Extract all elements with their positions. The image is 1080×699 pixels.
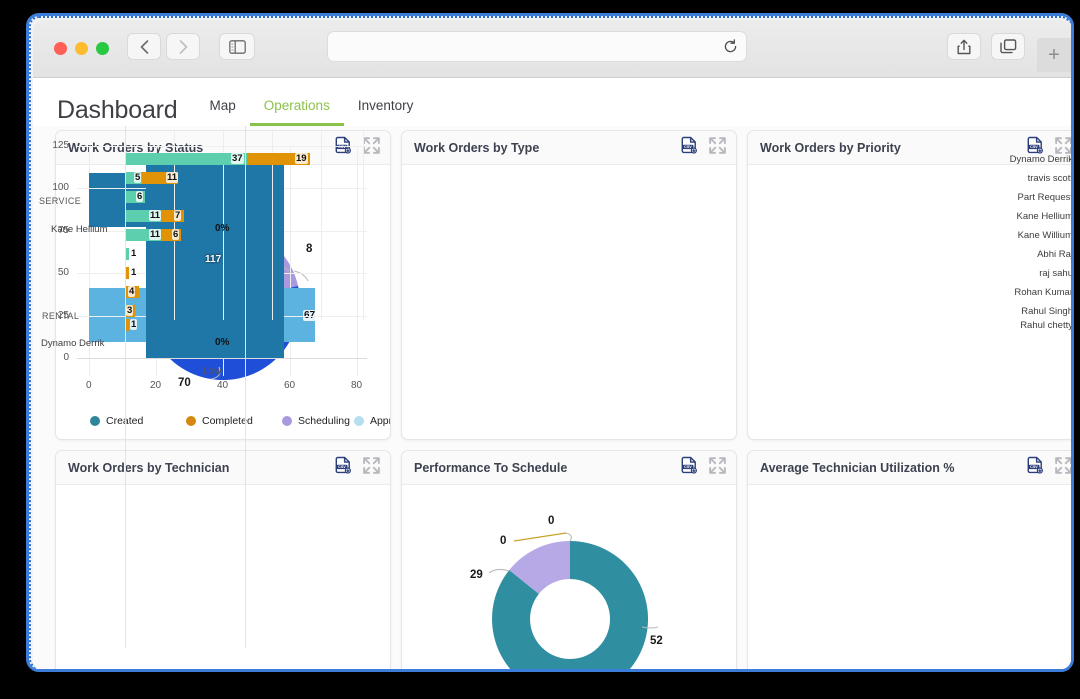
navigation-buttons[interactable]	[127, 33, 200, 60]
browser-window: + Dashboard Map Operations Inventory	[33, 20, 1073, 671]
address-bar[interactable]	[327, 31, 747, 62]
screenshot-root: + Dashboard Map Operations Inventory	[0, 0, 1080, 699]
toolbar-right-buttons[interactable]	[947, 33, 1025, 60]
dashboard-tabs[interactable]: Map Operations Inventory	[196, 92, 428, 126]
tab-inventory[interactable]: Inventory	[344, 92, 428, 126]
sidebar-toggle-button[interactable]	[219, 33, 255, 60]
reload-icon[interactable]	[723, 39, 738, 59]
dashboard-page: Dashboard Map Operations Inventory Work …	[33, 78, 1073, 671]
browser-window-frame: + Dashboard Map Operations Inventory	[26, 13, 1074, 672]
browser-toolbar: +	[33, 20, 1073, 78]
dashboard-grid: Work Orders by Status CSV	[33, 126, 1073, 671]
tab-map[interactable]: Map	[196, 92, 250, 126]
tab-operations[interactable]: Operations	[250, 92, 344, 126]
minimize-window-button[interactable]	[75, 42, 88, 55]
utilization-table: Kane Hellium 0% Dynamo Derrik 0%	[747, 450, 1073, 648]
dashboard-header: Dashboard Map Operations Inventory	[33, 78, 1073, 126]
new-tab-label: +	[1048, 44, 1060, 67]
close-window-button[interactable]	[54, 42, 67, 55]
dashboard-row-2: Work Orders by Technician CSV	[55, 450, 1073, 671]
page-title: Dashboard	[57, 94, 178, 126]
back-button[interactable]	[127, 33, 161, 60]
tab-overview-button[interactable]	[991, 33, 1025, 60]
forward-button[interactable]	[166, 33, 200, 60]
card-average-technician-utilization: Average Technician Utilization % CSV	[747, 450, 1073, 671]
window-controls[interactable]	[54, 42, 109, 55]
new-tab-button[interactable]: +	[1037, 38, 1071, 72]
maximize-window-button[interactable]	[96, 42, 109, 55]
share-button[interactable]	[947, 33, 981, 60]
